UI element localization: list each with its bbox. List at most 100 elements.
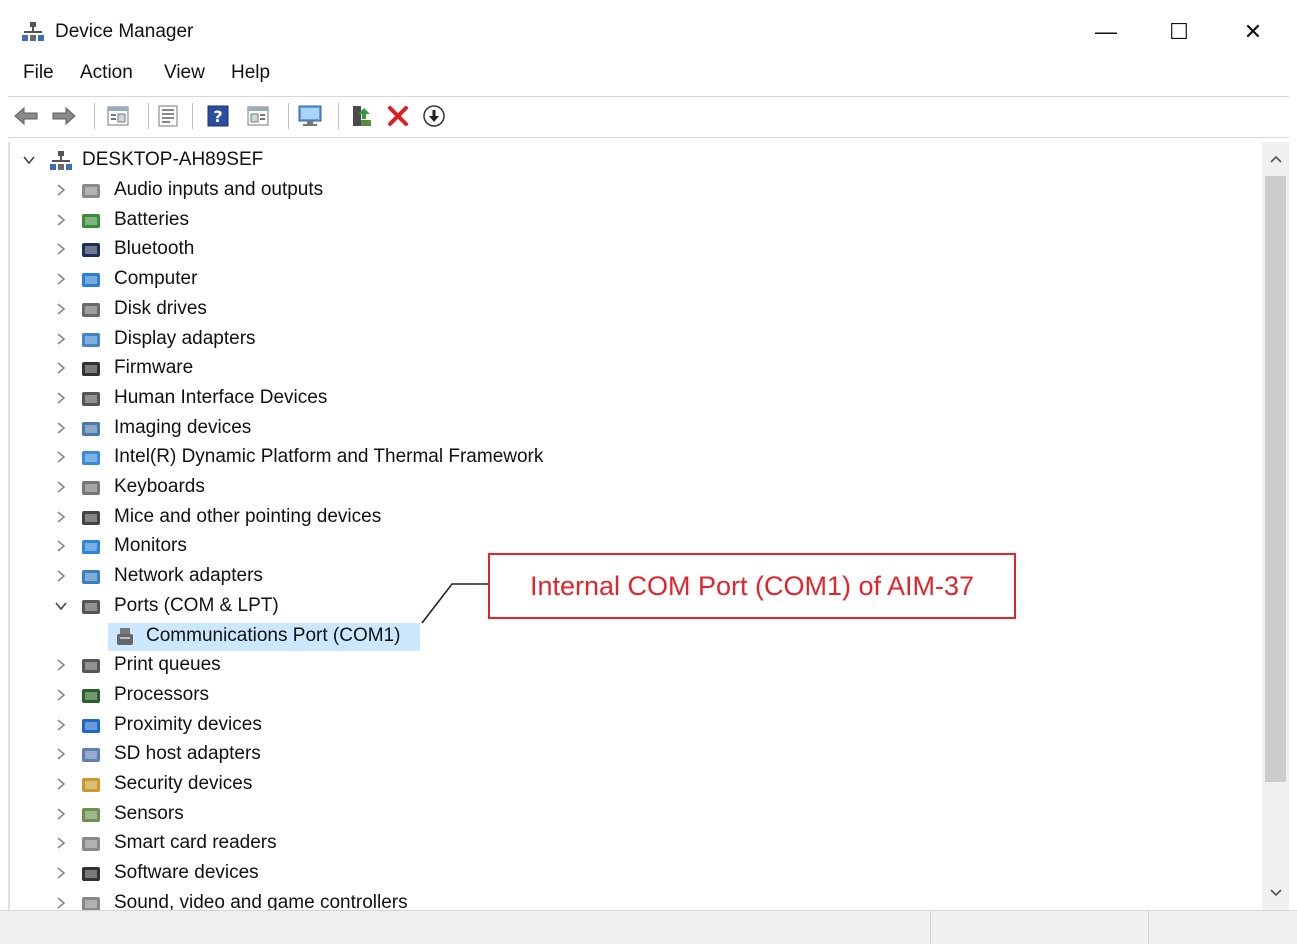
chevron-down-icon[interactable]	[22, 153, 36, 167]
tree-category-row[interactable]: Batteries	[10, 205, 1250, 235]
chevron-right-icon[interactable]	[54, 896, 68, 910]
tree-category-row[interactable]: Imaging devices	[10, 413, 1250, 443]
tree-category-row[interactable]: Disk drives	[10, 294, 1250, 324]
back-button[interactable]	[12, 102, 40, 130]
scan-hardware-button[interactable]	[296, 102, 324, 130]
tree-category-row[interactable]: Sensors	[10, 799, 1250, 829]
device-category-icon	[82, 184, 100, 198]
chevron-right-icon[interactable]	[54, 450, 68, 464]
device-category-icon	[82, 391, 100, 406]
device-category-icon	[82, 778, 100, 792]
disable-device-button[interactable]	[420, 102, 448, 130]
chevron-right-icon[interactable]	[54, 688, 68, 702]
status-segment	[1148, 911, 1289, 944]
menu-action[interactable]: Action	[80, 62, 133, 84]
annotation-text: Internal COM Port (COM1) of AIM-37	[529, 570, 975, 601]
update-driver-button[interactable]	[348, 102, 376, 130]
menu-bar: File Action View Help	[0, 62, 1297, 90]
tree-category-row[interactable]: Smart card readers	[10, 828, 1250, 858]
properties-button[interactable]	[154, 102, 182, 130]
tree-category-row[interactable]: Processors	[10, 680, 1250, 710]
uninstall-icon	[388, 106, 408, 126]
tree-category-row[interactable]: Print queues	[10, 650, 1250, 680]
device-category-icon	[82, 362, 100, 377]
tree-category-row[interactable]: Firmware	[10, 353, 1250, 383]
tree-category-row[interactable]: Display adapters	[10, 324, 1250, 354]
chevron-right-icon[interactable]	[54, 747, 68, 761]
tree-category-label: Monitors	[114, 535, 187, 557]
help-button[interactable]: ?	[204, 102, 232, 130]
tree-category-row[interactable]: Human Interface Devices	[10, 383, 1250, 413]
tree-category-row[interactable]: SD host adapters	[10, 739, 1250, 769]
chevron-right-icon[interactable]	[54, 302, 68, 316]
chevron-up-icon	[1269, 155, 1282, 163]
chevron-right-icon[interactable]	[54, 361, 68, 375]
scrollbar-thumb[interactable]	[1265, 176, 1286, 782]
chevron-right-icon[interactable]	[54, 718, 68, 732]
close-button[interactable]: ✕	[1230, 16, 1276, 48]
device-category-icon	[82, 332, 100, 347]
tree-category-label: Smart card readers	[114, 832, 277, 854]
menu-file[interactable]: File	[23, 62, 54, 84]
uninstall-button[interactable]	[384, 102, 412, 130]
device-category-icon	[82, 481, 100, 495]
device-category-icon	[82, 688, 100, 703]
svg-text:?: ?	[213, 107, 222, 126]
device-category-icon	[82, 510, 100, 525]
chevron-right-icon[interactable]	[54, 807, 68, 821]
device-category-icon	[82, 570, 100, 585]
scroll-up-button[interactable]	[1262, 142, 1289, 176]
device-category-icon	[82, 540, 100, 555]
toolbar-separator	[288, 103, 289, 129]
device-category-icon	[82, 896, 100, 910]
device-category-icon	[82, 451, 100, 466]
tree-category-row[interactable]: Computer	[10, 264, 1250, 294]
minimize-button[interactable]: —	[1083, 16, 1129, 48]
chevron-right-icon[interactable]	[54, 242, 68, 256]
chevron-right-icon[interactable]	[54, 332, 68, 346]
forward-button[interactable]	[50, 102, 78, 130]
vertical-scrollbar[interactable]	[1262, 142, 1289, 910]
chevron-right-icon[interactable]	[54, 539, 68, 553]
chevron-right-icon[interactable]	[54, 183, 68, 197]
tree-category-label: Bluetooth	[114, 238, 195, 260]
action-pane-button[interactable]	[244, 102, 272, 130]
chevron-right-icon[interactable]	[54, 510, 68, 524]
tree-category-label: Sound, video and game controllers	[114, 891, 408, 910]
chevron-right-icon[interactable]	[54, 480, 68, 494]
tree-category-row[interactable]: Proximity devices	[10, 710, 1250, 740]
chevron-right-icon[interactable]	[54, 421, 68, 435]
chevron-right-icon[interactable]	[54, 272, 68, 286]
tree-category-row[interactable]: Intel(R) Dynamic Platform and Thermal Fr…	[10, 442, 1250, 472]
chevron-right-icon[interactable]	[54, 391, 68, 405]
chevron-right-icon[interactable]	[54, 836, 68, 850]
device-category-icon	[82, 748, 100, 763]
maximize-button[interactable]: ☐	[1156, 16, 1202, 48]
tree-device-row-com1[interactable]: Communications Port (COM1)	[10, 621, 1250, 651]
toolbar-separator	[94, 103, 95, 129]
tree-category-row[interactable]: Software devices	[10, 858, 1250, 888]
properties-icon	[158, 105, 178, 127]
chevron-down-icon[interactable]	[54, 599, 68, 613]
tree-category-label: Proximity devices	[114, 713, 262, 735]
tree-category-row[interactable]: Keyboards	[10, 472, 1250, 502]
window-title: Device Manager	[55, 21, 194, 42]
console-tree-button[interactable]	[104, 102, 132, 130]
chevron-right-icon[interactable]	[54, 213, 68, 227]
tree-category-row[interactable]: Audio inputs and outputs	[10, 175, 1250, 205]
chevron-right-icon[interactable]	[54, 866, 68, 880]
chevron-right-icon[interactable]	[54, 658, 68, 672]
menu-view[interactable]: View	[164, 62, 205, 84]
device-category-icon	[82, 243, 100, 258]
tree-category-row[interactable]: Sound, video and game controllers	[10, 888, 1250, 910]
tree-category-label: Imaging devices	[114, 416, 252, 438]
menu-help[interactable]: Help	[231, 62, 270, 84]
tree-category-label: Firmware	[114, 357, 194, 379]
tree-category-row[interactable]: Security devices	[10, 769, 1250, 799]
tree-category-row[interactable]: Bluetooth	[10, 234, 1250, 264]
tree-root[interactable]: DESKTOP-AH89SEF	[10, 145, 1250, 175]
chevron-right-icon[interactable]	[54, 569, 68, 583]
scroll-down-button[interactable]	[1262, 876, 1289, 910]
tree-category-row[interactable]: Mice and other pointing devices	[10, 502, 1250, 532]
chevron-right-icon[interactable]	[54, 777, 68, 791]
